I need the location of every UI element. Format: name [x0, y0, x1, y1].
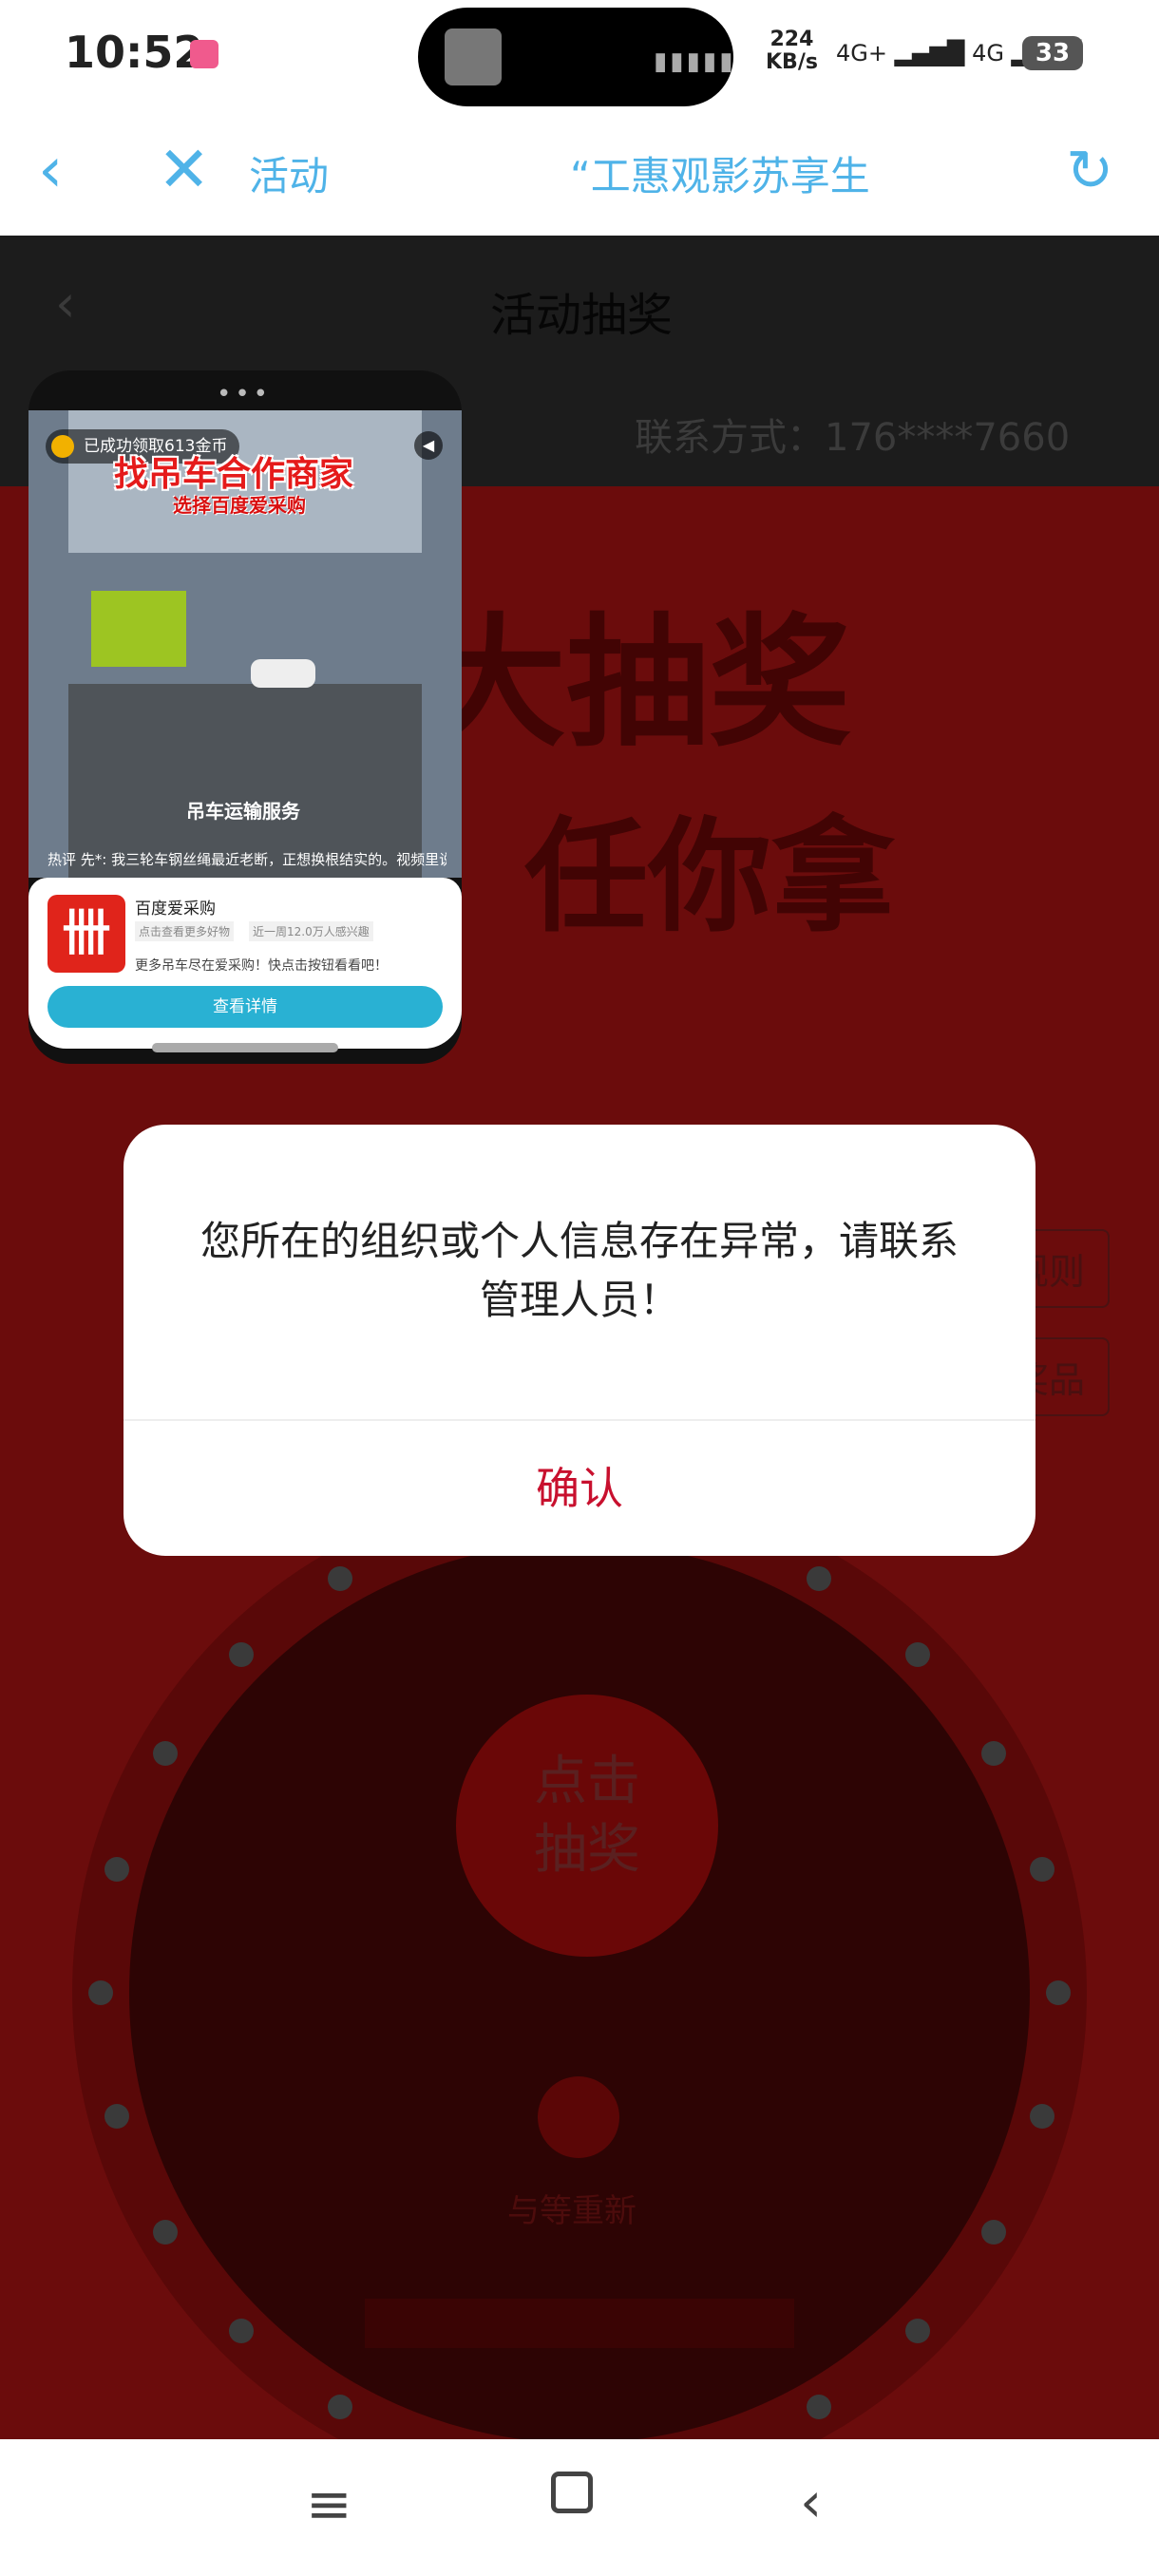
wheel-light	[228, 1641, 254, 1667]
refresh-icon[interactable]: ↻	[1066, 138, 1113, 204]
ad-description: 更多吊车尽在爱采购！快点击按钮看看吧！	[135, 958, 388, 974]
mute-icon[interactable]: ◀	[414, 431, 443, 460]
ad-tag: 近一周12.0万人感兴趣	[249, 921, 373, 941]
island-thumbnail[interactable]	[445, 28, 502, 85]
wheel-light	[905, 1641, 931, 1667]
wait-icon	[538, 2076, 619, 2158]
crane-truck-image	[91, 591, 186, 667]
wheel-light	[1046, 1980, 1071, 2005]
network-speed: 224 KB/s	[766, 28, 818, 74]
toolbar-title: “工惠观影苏享生	[570, 153, 870, 199]
car-image	[251, 659, 315, 688]
ad-headline: 找吊车合作商家	[114, 455, 354, 494]
wait-text: 与等重新	[507, 2192, 636, 2230]
wheel-light	[88, 1980, 113, 2005]
audio-wave-icon: ▮▮▮▮▮	[654, 47, 736, 76]
home-button[interactable]	[551, 2472, 593, 2513]
confirm-button[interactable]: 确认	[124, 1421, 1036, 1556]
ad-subline: 选择百度爱采购	[173, 494, 306, 517]
close-icon[interactable]: ✕	[158, 133, 210, 206]
page-title: 活动抽奖	[490, 289, 674, 342]
wheel-light	[104, 1856, 130, 1882]
back-button[interactable]: ‹	[800, 2470, 822, 2534]
wheel-light	[152, 2220, 178, 2245]
battery-icon: 33	[1022, 36, 1083, 70]
wheel-light	[1029, 1856, 1054, 1882]
ad-cta-button[interactable]: 查看详情	[48, 986, 443, 1028]
dialog-message: 您所在的组织或个人信息存在异常，请联系管理人员！	[200, 1218, 959, 1323]
ad-brand-name: 百度爱采购	[135, 900, 216, 919]
status-time: 10:52	[65, 27, 204, 78]
ad-more-icon[interactable]: •••	[217, 380, 272, 408]
page-back-icon[interactable]: ‹	[55, 274, 76, 333]
wheel-stand	[365, 2299, 794, 2348]
coin-icon	[51, 435, 74, 458]
banner-title: 大抽奖	[424, 601, 852, 767]
notification-app-icon	[190, 40, 218, 68]
wheel-light	[228, 2319, 254, 2344]
wheel-light	[152, 1741, 178, 1766]
ad-drag-handle[interactable]	[152, 1043, 338, 1052]
back-icon[interactable]: ‹	[38, 133, 63, 206]
ad-video-caption: 吊车运输服务	[186, 800, 300, 823]
ad-tag: 点击查看更多好物	[135, 921, 235, 941]
contact-info: 联系方式：176****7660	[635, 416, 1071, 460]
wheel-light	[807, 1565, 831, 1591]
draw-button-label: 点击 抽奖	[534, 1751, 640, 1881]
ad-hot-comment: 热评 先*: 我三轮车钢丝绳最近老断，正想换根结实的。视频里说卖…	[48, 851, 446, 868]
brand-logo-icon: 卌	[48, 895, 125, 973]
banner-subtitle: 任你拿	[524, 805, 896, 949]
wheel-light	[328, 1565, 352, 1591]
toolbar-title-left: 活动	[249, 153, 330, 199]
recents-button[interactable]: ≡	[306, 2472, 352, 2536]
